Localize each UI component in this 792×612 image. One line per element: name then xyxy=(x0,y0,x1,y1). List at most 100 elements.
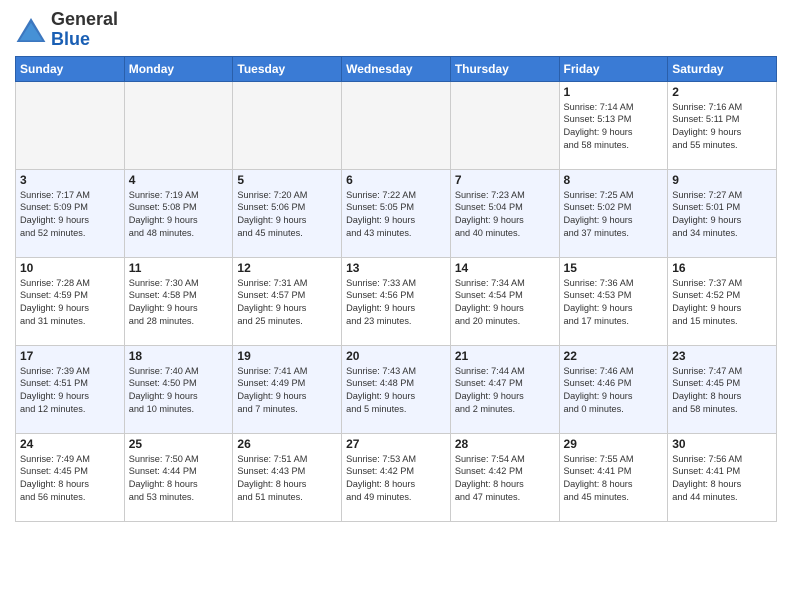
calendar-cell: 6Sunrise: 7:22 AMSunset: 5:05 PMDaylight… xyxy=(342,169,451,257)
calendar-cell: 3 Sunrise: 7:17 AMSunset: 5:09 PMDaylight… xyxy=(16,169,125,257)
page-container: General Blue SundayMondayTuesdayWednesda… xyxy=(0,0,792,532)
calendar-week-5: 24 Sunrise: 7:49 AMSunset: 4:45 PMDayligh… xyxy=(16,433,777,521)
day-info: Sunrise: 7:23 AMSunset: 5:04 PMDaylight:… xyxy=(455,189,555,241)
day-info: Sunrise: 7:22 AMSunset: 5:05 PMDaylight:… xyxy=(346,189,446,241)
day-info: Sunrise: 7:17 AMSunset: 5:09 PMDaylight:… xyxy=(20,189,120,241)
day-number: 3 xyxy=(20,173,120,187)
calendar-cell: 23Sunrise: 7:47 AMSunset: 4:45 PMDayligh… xyxy=(668,345,777,433)
day-info: Sunrise: 7:31 AMSunset: 4:57 PMDaylight:… xyxy=(237,277,337,329)
day-number: 8 xyxy=(564,173,664,187)
day-number: 25 xyxy=(129,437,229,451)
day-info: Sunrise: 7:41 AMSunset: 4:49 PMDaylight:… xyxy=(237,365,337,417)
day-info: Sunrise: 7:43 AMSunset: 4:48 PMDaylight:… xyxy=(346,365,446,417)
calendar-week-4: 17Sunrise: 7:39 AMSunset: 4:51 PMDayligh… xyxy=(16,345,777,433)
calendar-cell: 12Sunrise: 7:31 AMSunset: 4:57 PMDayligh… xyxy=(233,257,342,345)
calendar-cell: 29Sunrise: 7:55 AMSunset: 4:41 PMDayligh… xyxy=(559,433,668,521)
weekday-header-thursday: Thursday xyxy=(450,56,559,81)
day-info: Sunrise: 7:19 AMSunset: 5:08 PMDaylight:… xyxy=(129,189,229,241)
day-info: Sunrise: 7:25 AMSunset: 5:02 PMDaylight:… xyxy=(564,189,664,241)
day-number: 30 xyxy=(672,437,772,451)
day-number: 28 xyxy=(455,437,555,451)
day-info: Sunrise: 7:14 AMSunset: 5:13 PMDaylight:… xyxy=(564,101,664,153)
calendar-cell: 24 Sunrise: 7:49 AMSunset: 4:45 PMDayligh… xyxy=(16,433,125,521)
day-number: 7 xyxy=(455,173,555,187)
calendar-cell: 8 Sunrise: 7:25 AMSunset: 5:02 PMDaylight… xyxy=(559,169,668,257)
day-info: Sunrise: 7:49 AMSunset: 4:45 PMDaylight:… xyxy=(20,453,120,505)
day-info: Sunrise: 7:51 AMSunset: 4:43 PMDaylight:… xyxy=(237,453,337,505)
day-info: Sunrise: 7:54 AMSunset: 4:42 PMDaylight:… xyxy=(455,453,555,505)
day-number: 19 xyxy=(237,349,337,363)
calendar-cell xyxy=(450,81,559,169)
calendar-cell: 27 Sunrise: 7:53 AMSunset: 4:42 PMDayligh… xyxy=(342,433,451,521)
day-info: Sunrise: 7:46 AMSunset: 4:46 PMDaylight:… xyxy=(564,365,664,417)
calendar-cell: 15 Sunrise: 7:36 AMSunset: 4:53 PMDayligh… xyxy=(559,257,668,345)
calendar-cell: 22 Sunrise: 7:46 AMSunset: 4:46 PMDayligh… xyxy=(559,345,668,433)
day-number: 14 xyxy=(455,261,555,275)
calendar-cell: 21 Sunrise: 7:44 AMSunset: 4:47 PMDayligh… xyxy=(450,345,559,433)
day-number: 13 xyxy=(346,261,446,275)
day-info: Sunrise: 7:53 AMSunset: 4:42 PMDaylight:… xyxy=(346,453,446,505)
day-info: Sunrise: 7:27 AMSunset: 5:01 PMDaylight:… xyxy=(672,189,772,241)
day-number: 24 xyxy=(20,437,120,451)
calendar-cell: 26 Sunrise: 7:51 AMSunset: 4:43 PMDayligh… xyxy=(233,433,342,521)
calendar-cell: 5 Sunrise: 7:20 AMSunset: 5:06 PMDaylight… xyxy=(233,169,342,257)
weekday-header-sunday: Sunday xyxy=(16,56,125,81)
calendar-cell: 7 Sunrise: 7:23 AMSunset: 5:04 PMDaylight… xyxy=(450,169,559,257)
calendar-cell xyxy=(16,81,125,169)
calendar-cell: 2Sunrise: 7:16 AMSunset: 5:11 PMDaylight… xyxy=(668,81,777,169)
day-info: Sunrise: 7:56 AMSunset: 4:41 PMDaylight:… xyxy=(672,453,772,505)
day-info: Sunrise: 7:36 AMSunset: 4:53 PMDaylight:… xyxy=(564,277,664,329)
calendar-cell: 20Sunrise: 7:43 AMSunset: 4:48 PMDayligh… xyxy=(342,345,451,433)
day-info: Sunrise: 7:30 AMSunset: 4:58 PMDaylight:… xyxy=(129,277,229,329)
day-info: Sunrise: 7:16 AMSunset: 5:11 PMDaylight:… xyxy=(672,101,772,153)
weekday-header-monday: Monday xyxy=(124,56,233,81)
calendar-cell: 14Sunrise: 7:34 AMSunset: 4:54 PMDayligh… xyxy=(450,257,559,345)
calendar-week-1: 1Sunrise: 7:14 AMSunset: 5:13 PMDaylight… xyxy=(16,81,777,169)
day-number: 22 xyxy=(564,349,664,363)
calendar-cell: 10 Sunrise: 7:28 AMSunset: 4:59 PMDayligh… xyxy=(16,257,125,345)
day-info: Sunrise: 7:44 AMSunset: 4:47 PMDaylight:… xyxy=(455,365,555,417)
day-number: 15 xyxy=(564,261,664,275)
day-number: 18 xyxy=(129,349,229,363)
calendar-cell: 16 Sunrise: 7:37 AMSunset: 4:52 PMDayligh… xyxy=(668,257,777,345)
weekday-header-friday: Friday xyxy=(559,56,668,81)
logo-general: General xyxy=(51,9,118,29)
calendar-cell xyxy=(233,81,342,169)
day-number: 27 xyxy=(346,437,446,451)
day-number: 16 xyxy=(672,261,772,275)
day-info: Sunrise: 7:50 AMSunset: 4:44 PMDaylight:… xyxy=(129,453,229,505)
day-info: Sunrise: 7:28 AMSunset: 4:59 PMDaylight:… xyxy=(20,277,120,329)
day-number: 4 xyxy=(129,173,229,187)
calendar-week-2: 3 Sunrise: 7:17 AMSunset: 5:09 PMDaylight… xyxy=(16,169,777,257)
calendar-cell xyxy=(342,81,451,169)
logo-icon xyxy=(15,16,47,44)
calendar-week-3: 10 Sunrise: 7:28 AMSunset: 4:59 PMDayligh… xyxy=(16,257,777,345)
calendar-cell xyxy=(124,81,233,169)
day-number: 21 xyxy=(455,349,555,363)
calendar-cell: 13 Sunrise: 7:33 AMSunset: 4:56 PMDayligh… xyxy=(342,257,451,345)
day-info: Sunrise: 7:33 AMSunset: 4:56 PMDaylight:… xyxy=(346,277,446,329)
logo-blue: Blue xyxy=(51,29,90,49)
calendar-cell: 4 Sunrise: 7:19 AMSunset: 5:08 PMDaylight… xyxy=(124,169,233,257)
weekday-header-saturday: Saturday xyxy=(668,56,777,81)
day-info: Sunrise: 7:20 AMSunset: 5:06 PMDaylight:… xyxy=(237,189,337,241)
logo: General Blue xyxy=(15,10,118,50)
calendar-cell: 19 Sunrise: 7:41 AMSunset: 4:49 PMDayligh… xyxy=(233,345,342,433)
calendar-cell: 11Sunrise: 7:30 AMSunset: 4:58 PMDayligh… xyxy=(124,257,233,345)
day-info: Sunrise: 7:37 AMSunset: 4:52 PMDaylight:… xyxy=(672,277,772,329)
day-number: 26 xyxy=(237,437,337,451)
weekday-header-wednesday: Wednesday xyxy=(342,56,451,81)
logo-text: General Blue xyxy=(51,10,118,50)
day-number: 9 xyxy=(672,173,772,187)
weekday-header-tuesday: Tuesday xyxy=(233,56,342,81)
day-info: Sunrise: 7:55 AMSunset: 4:41 PMDaylight:… xyxy=(564,453,664,505)
calendar-cell: 28 Sunrise: 7:54 AMSunset: 4:42 PMDayligh… xyxy=(450,433,559,521)
day-number: 10 xyxy=(20,261,120,275)
day-info: Sunrise: 7:39 AMSunset: 4:51 PMDaylight:… xyxy=(20,365,120,417)
calendar-cell: 18 Sunrise: 7:40 AMSunset: 4:50 PMDayligh… xyxy=(124,345,233,433)
day-info: Sunrise: 7:40 AMSunset: 4:50 PMDaylight:… xyxy=(129,365,229,417)
calendar-cell: 1Sunrise: 7:14 AMSunset: 5:13 PMDaylight… xyxy=(559,81,668,169)
weekday-header-row: SundayMondayTuesdayWednesdayThursdayFrid… xyxy=(16,56,777,81)
day-number: 5 xyxy=(237,173,337,187)
header: General Blue xyxy=(15,10,777,50)
